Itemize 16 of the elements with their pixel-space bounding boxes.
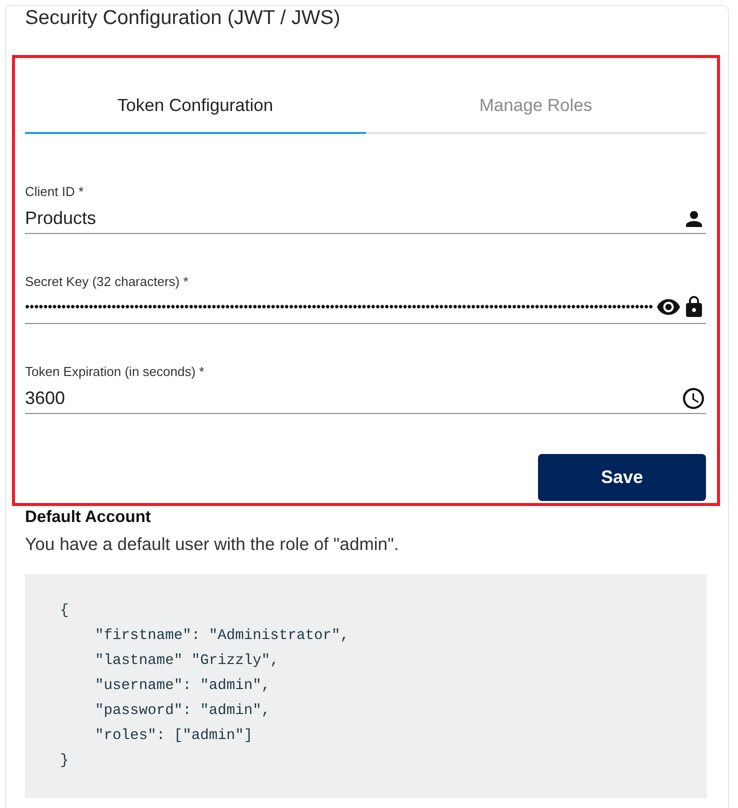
clock-icon [683, 388, 704, 409]
field-label: Secret Key (32 characters) * [25, 274, 188, 290]
save-button[interactable]: Save [538, 454, 706, 501]
lock-icon [686, 296, 702, 317]
json-code: { "firstname": "Administrator", "lastname" "Grizzly", "username": "admin", "password": "admin", "roles": ["admin"] } [60, 602, 350, 771]
token-expiration-field[interactable]: 3600 [25, 385, 679, 412]
section-heading: Default Account [25, 507, 151, 527]
tab[interactable]: Token Configuration [25, 78, 366, 134]
card-title: Security Configuration (JWT / JWS) [25, 6, 340, 30]
person-icon [686, 210, 702, 226]
field-label: Client ID * [25, 184, 84, 200]
client-id-field[interactable]: Products [25, 205, 682, 232]
eye-icon[interactable] [657, 298, 680, 314]
description-text: You have a default user with the role of "admin". [25, 533, 399, 556]
secret-key-field[interactable]: •••••••••••••••••••••••••••••••••••••••••••••••••••••••••••••••••••••••••••••••••••••••••••••••••••••••••••••••••••••••••••••••••••••••••• [25, 296, 653, 316]
field-label: Token Expiration (in seconds) * [25, 364, 204, 380]
